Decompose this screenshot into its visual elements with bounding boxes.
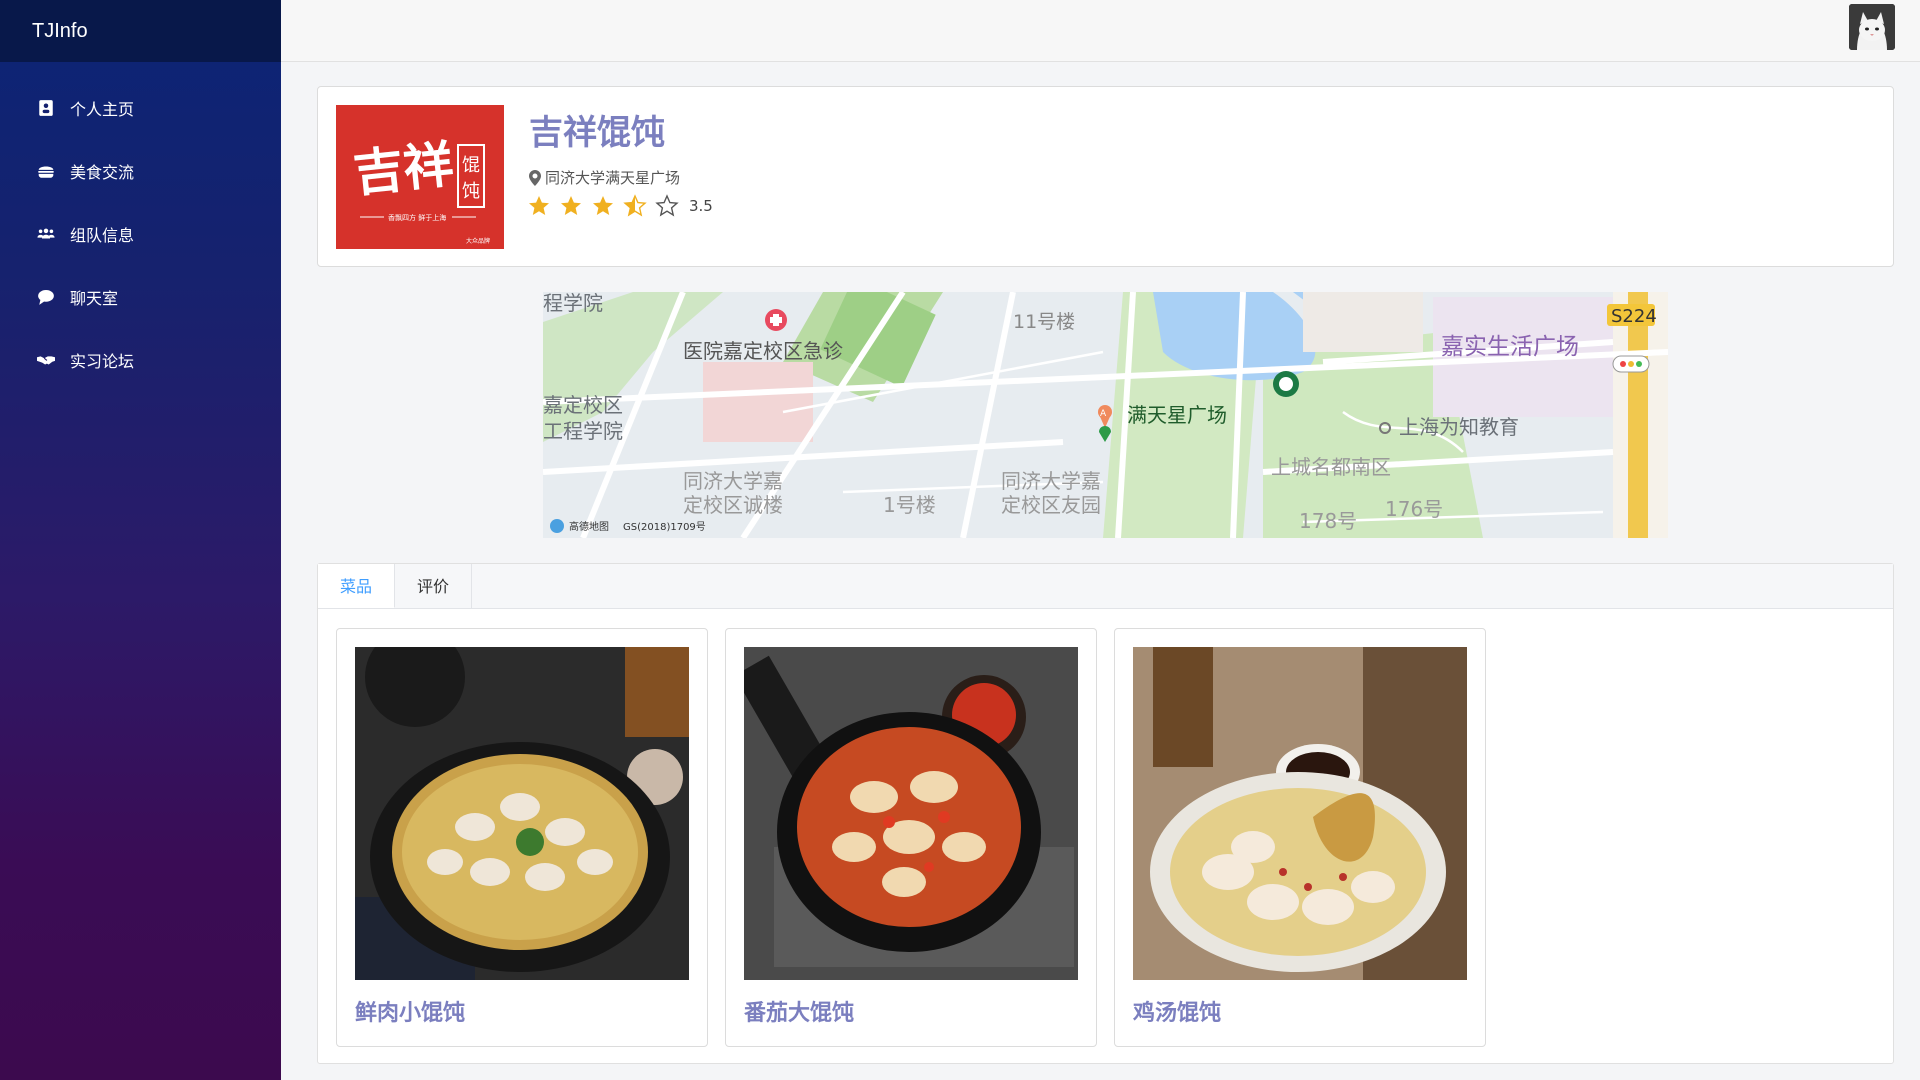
- map-pin-icon: [529, 169, 541, 186]
- map-label: 178号: [1299, 509, 1357, 533]
- svg-text:馄: 馄: [462, 155, 480, 176]
- app-brand[interactable]: TJInfo: [0, 0, 281, 62]
- map-label: 嘉定校区: [543, 393, 623, 417]
- sidebar-item-forum[interactable]: 实习论坛: [0, 328, 281, 391]
- map-attribution: GS(2018)1709号: [623, 521, 706, 533]
- dish-name: 鸡汤馄饨: [1133, 1001, 1222, 1026]
- avatar[interactable]: [1849, 4, 1895, 50]
- map-label: 同济大学嘉: [1001, 469, 1101, 493]
- sidebar-item-label: 个人主页: [70, 99, 135, 119]
- tab-dishes[interactable]: 菜品: [318, 564, 396, 608]
- address-text: 同济大学满天星广场: [545, 169, 681, 187]
- sidebar-item-label: 美食交流: [70, 162, 135, 182]
- star-full-icon: [529, 196, 549, 215]
- map-label: 工程学院: [543, 419, 623, 443]
- dish-name: 番茄大馄饨: [744, 1001, 855, 1026]
- location-map[interactable]: S224 A 程学院 医院嘉定校区急诊 11号楼 满天星广场 嘉实生活广场 嘉定…: [543, 292, 1668, 538]
- sidebar-item-profile[interactable]: 个人主页: [0, 76, 281, 139]
- svg-text:饨: 饨: [462, 181, 480, 202]
- map-label: 同济大学嘉: [683, 469, 783, 493]
- map-label: 医院嘉定校区急诊: [683, 339, 843, 363]
- svg-text:吉祥: 吉祥: [351, 134, 457, 203]
- map-label: 11号楼: [1013, 311, 1075, 333]
- star-empty-icon: [655, 194, 679, 217]
- sidebar-item-label: 聊天室: [70, 288, 119, 308]
- dish-name: 鲜肉小馄饨: [355, 1001, 466, 1026]
- restaurant-logo: 吉祥 馄 饨 香飘四方 鲜于上海 大众品牌: [336, 105, 504, 249]
- map-label: 上海为知教育: [1399, 415, 1519, 439]
- tab-reviews[interactable]: 评价: [395, 564, 473, 608]
- burger-icon: [36, 161, 56, 181]
- restaurant-address: 同济大学满天星广场: [529, 167, 680, 188]
- sidebar-nav: 个人主页 美食交流 组队信息 聊天室 实习论坛: [0, 76, 281, 391]
- map-attribution: 高德地图: [569, 520, 609, 533]
- svg-text:香飘四方 鲜于上海: 香飘四方 鲜于上海: [388, 213, 446, 222]
- svg-text:大众品牌: 大众品牌: [466, 237, 490, 245]
- users-icon: [36, 224, 56, 244]
- map-label: 满天星广场: [1127, 403, 1227, 427]
- dish-image: [744, 647, 1078, 980]
- handshake-icon: [36, 350, 56, 370]
- sidebar-item-chat[interactable]: 聊天室: [0, 265, 281, 328]
- map-label: 定校区诚楼: [683, 493, 783, 517]
- sidebar: TJInfo 个人主页 美食交流 组队信息 聊天室 实习论坛: [0, 0, 281, 1080]
- dish-card[interactable]: 鸡汤馄饨: [1114, 628, 1486, 1047]
- map-label: 上城名都南区: [1271, 455, 1391, 479]
- map-marker-letter: A: [1100, 409, 1107, 419]
- profile-card-icon: [36, 98, 56, 118]
- star-full-icon: [561, 196, 581, 215]
- dish-card[interactable]: 鲜肉小馄饨: [336, 628, 708, 1047]
- tab-bar: 菜品 评价: [318, 564, 1893, 609]
- tabs-panel: 菜品 评价 鲜肉小馄饨 番茄大馄饨 鸡汤馄饨: [317, 563, 1894, 1064]
- map-label: 程学院: [543, 292, 603, 315]
- star-full-icon: [593, 196, 613, 215]
- map-label: S224: [1611, 306, 1657, 327]
- restaurant-info-card: 吉祥 馄 饨 香飘四方 鲜于上海 大众品牌 吉祥馄饨 同济大学满天星广场 3.5: [317, 86, 1894, 267]
- rating-value: 3.5: [689, 197, 713, 215]
- sidebar-item-teams[interactable]: 组队信息: [0, 202, 281, 265]
- chat-bubble-icon: [36, 287, 56, 307]
- top-bar: [281, 0, 1920, 62]
- star-half-icon: [623, 194, 647, 217]
- star-rating: 3.5: [527, 194, 713, 218]
- sidebar-item-label: 组队信息: [70, 225, 135, 245]
- map-label: 1号楼: [883, 493, 936, 517]
- dish-image: [355, 647, 689, 980]
- sidebar-item-label: 实习论坛: [70, 351, 135, 371]
- map-label: 嘉实生活广场: [1441, 334, 1579, 360]
- restaurant-name: 吉祥馄饨: [529, 113, 665, 153]
- sidebar-item-food[interactable]: 美食交流: [0, 139, 281, 202]
- map-label: 176号: [1385, 497, 1443, 521]
- dish-image: [1133, 647, 1467, 980]
- dish-card[interactable]: 番茄大馄饨: [725, 628, 1097, 1047]
- map-label: 定校区友园: [1001, 493, 1101, 517]
